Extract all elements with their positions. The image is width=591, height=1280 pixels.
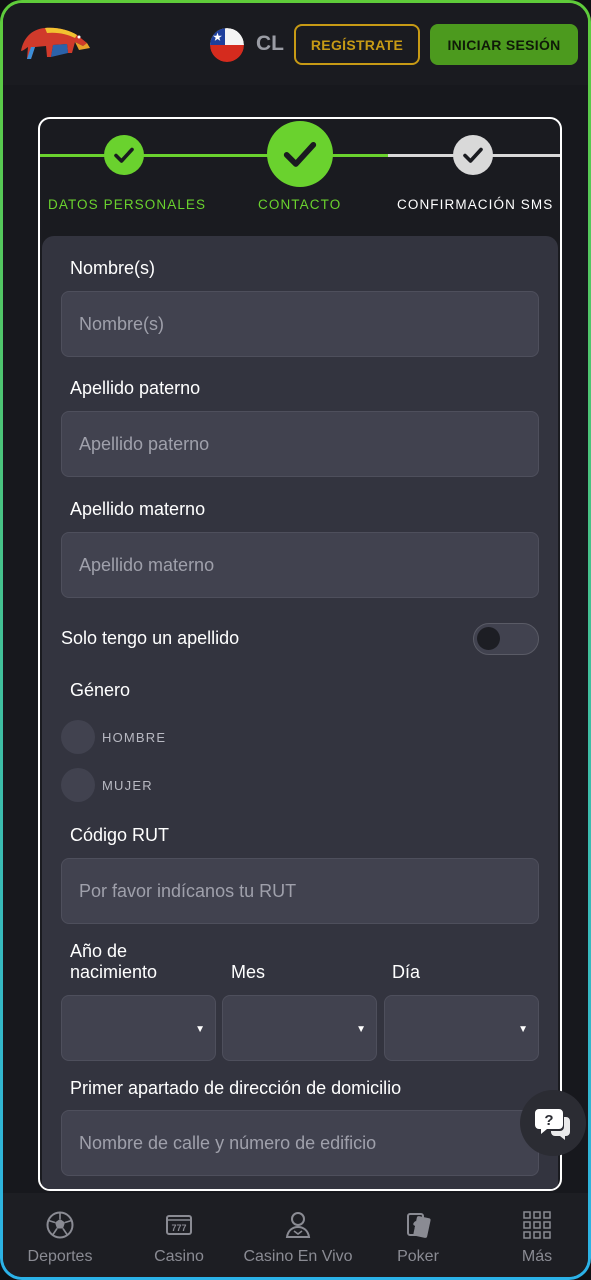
nav-item-mas[interactable]: Más <box>478 1193 588 1277</box>
svg-text:777: 777 <box>171 1223 186 1233</box>
rut-input[interactable] <box>61 858 539 924</box>
rut-label: Código RUT <box>70 825 170 845</box>
first-name-input[interactable] <box>61 291 539 357</box>
playing-cards-icon <box>407 1213 431 1238</box>
gender-male-label[interactable]: HOMBRE <box>102 730 166 745</box>
address-line1-input[interactable] <box>61 1110 539 1176</box>
help-chat-button[interactable]: ? <box>520 1090 586 1156</box>
maternal-surname-label: Apellido materno <box>70 499 206 519</box>
birth-year-label-line2: nacimiento <box>70 962 158 982</box>
top-header: CL REGÍSTRATE INICIAR SESIÓN <box>3 3 588 85</box>
single-surname-label: Solo tengo un apellido <box>61 628 240 648</box>
maternal-surname-input[interactable] <box>61 532 539 598</box>
svg-text:?: ? <box>544 1112 553 1129</box>
nav-item-casino-en-vivo[interactable]: Casino En Vivo <box>239 1193 357 1277</box>
brand-logo[interactable] <box>17 21 91 63</box>
nav-label-casino: Casino <box>154 1248 204 1265</box>
birth-year-label-line1: Año de <box>70 941 128 961</box>
nav-label-deportes: Deportes <box>27 1248 93 1265</box>
app-frame: CL REGÍSTRATE INICIAR SESIÓN DATOS PERSO… <box>0 0 591 1280</box>
nav-item-casino[interactable]: 777 Casino <box>120 1193 238 1277</box>
gender-label: Género <box>70 680 131 700</box>
step-3-check-icon <box>453 135 493 175</box>
login-button[interactable]: INICIAR SESIÓN <box>430 24 578 65</box>
chevron-down-icon: ▼ <box>518 1024 528 1035</box>
country-code[interactable]: CL <box>256 32 284 56</box>
nav-item-deportes[interactable]: Deportes <box>3 1193 119 1277</box>
paternal-surname-input[interactable] <box>61 411 539 477</box>
help-chat-icon: ? <box>535 1109 570 1140</box>
birth-month-label: Mes <box>231 962 266 982</box>
step-3-label: CONFIRMACIÓN SMS <box>397 197 554 212</box>
chevron-down-icon: ▼ <box>195 1024 205 1035</box>
soccer-ball-icon <box>46 1211 74 1239</box>
register-button[interactable]: REGÍSTRATE <box>294 24 420 65</box>
address-line1-label: Primer apartado de dirección de domicili… <box>70 1078 402 1098</box>
gender-female-label[interactable]: MUJER <box>102 778 153 793</box>
toggle-knob <box>477 627 500 650</box>
nav-label-mas: Más <box>521 1248 553 1265</box>
gender-male-radio[interactable] <box>61 720 95 754</box>
gender-female-radio[interactable] <box>61 768 95 802</box>
chile-flag-icon[interactable] <box>210 28 244 62</box>
slot-machine-icon: 777 <box>166 1215 192 1235</box>
birth-month-select[interactable]: ▼ <box>222 995 377 1061</box>
nav-label-casino-en-vivo: Casino En Vivo <box>243 1248 353 1265</box>
birth-day-label: Día <box>392 962 421 982</box>
step-1-label: DATOS PERSONALES <box>48 197 207 212</box>
step-1-check-icon <box>104 135 144 175</box>
step-2-check-icon <box>267 121 333 187</box>
nav-label-poker: Poker <box>397 1248 439 1265</box>
first-name-label: Nombre(s) <box>70 258 156 278</box>
registration-card: DATOS PERSONALES CONTACTO CONFIRMACIÓN S… <box>38 117 562 1191</box>
single-surname-toggle[interactable] <box>473 623 539 655</box>
paternal-surname-label: Apellido paterno <box>70 378 201 398</box>
personal-data-form: Nombre(s) Apellido paterno Apellido mate… <box>42 236 558 1189</box>
chevron-down-icon: ▼ <box>356 1024 366 1035</box>
bottom-navigation: Deportes 777 Casino Casino En Vivo Poker… <box>3 1193 588 1277</box>
birth-year-select[interactable]: ▼ <box>61 995 216 1061</box>
birth-day-select[interactable]: ▼ <box>384 995 539 1061</box>
grid-icon <box>523 1211 551 1239</box>
live-dealer-icon <box>285 1212 311 1238</box>
registration-stepper: DATOS PERSONALES CONTACTO CONFIRMACIÓN S… <box>40 119 560 237</box>
step-2-label: CONTACTO <box>258 197 342 212</box>
nav-item-poker[interactable]: Poker <box>359 1193 477 1277</box>
